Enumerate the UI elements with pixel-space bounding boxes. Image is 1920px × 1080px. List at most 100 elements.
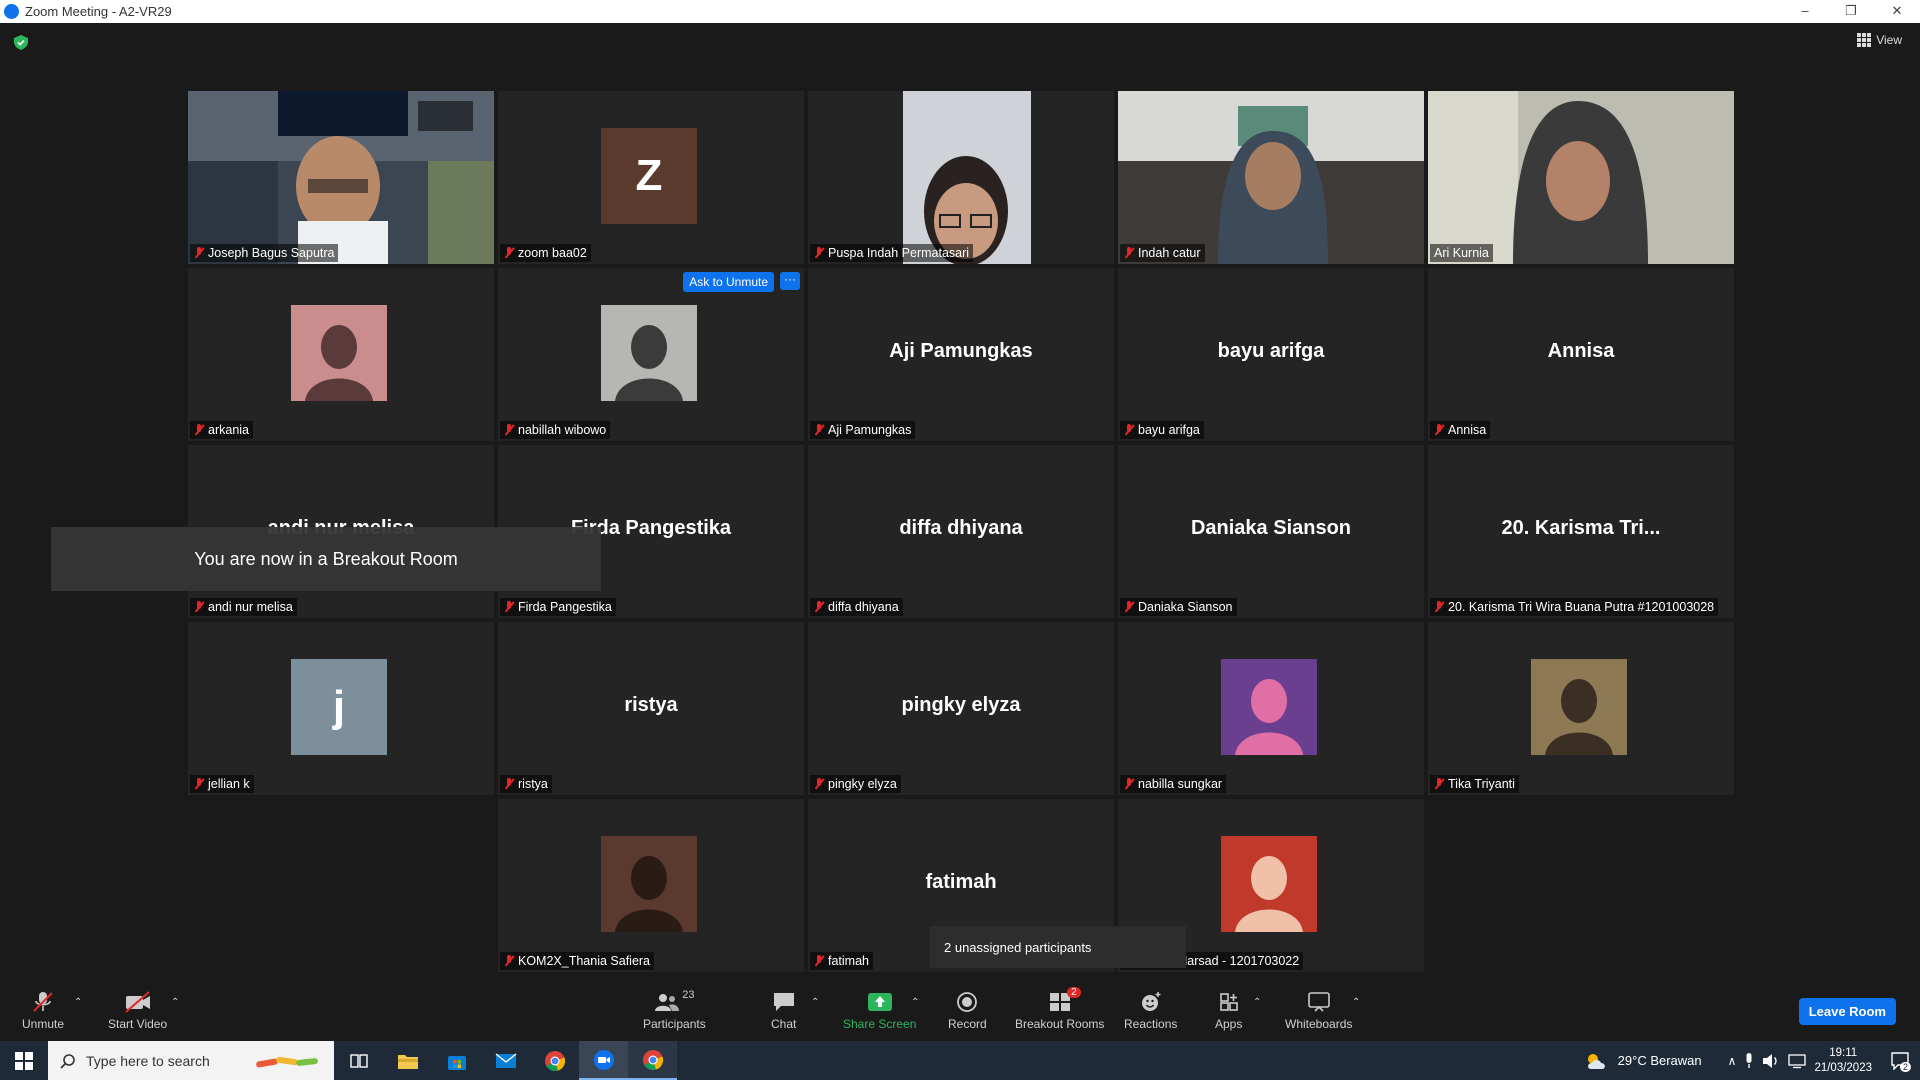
- participant-tile[interactable]: Annisa Annisa: [1428, 268, 1734, 441]
- network-icon[interactable]: [1788, 1053, 1807, 1069]
- apps-options-chevron-icon[interactable]: ⌃: [1253, 997, 1261, 1008]
- participant-name-bar: bayu arifga: [1120, 421, 1204, 439]
- participant-tile[interactable]: Ari Kurnia: [1428, 91, 1734, 264]
- participant-display-name: bayu arifga: [1217, 340, 1325, 362]
- chrome-icon[interactable]: [530, 1041, 579, 1080]
- notification-center-button[interactable]: 2: [1880, 1041, 1920, 1080]
- participant-tile[interactable]: pingky elyza pingky elyza: [808, 622, 1114, 795]
- system-tray: 29°C Berawan ∧ 19:11 21/03/2023 2: [1584, 1041, 1920, 1080]
- participant-tile[interactable]: Daniaka Sianson Daniaka Sianson: [1118, 445, 1424, 618]
- zoom-logo-icon: [4, 4, 19, 19]
- search-highlight-crayons-icon: [256, 1056, 318, 1068]
- breakout-rooms-button[interactable]: 2 Breakout Rooms: [1015, 987, 1104, 1031]
- window-titlebar: Zoom Meeting - A2-VR29 – ❐ ✕: [0, 0, 1920, 23]
- participant-name-bar: fatimah: [810, 952, 873, 970]
- mic-muted-icon: [1434, 424, 1444, 436]
- tray-overflow-chevron-icon[interactable]: ∧: [1728, 1054, 1737, 1068]
- participant-name: Daniaka Sianson: [1138, 600, 1233, 614]
- participant-tile[interactable]: Joseph Bagus Saputra: [188, 91, 494, 264]
- mic-muted-icon: [504, 778, 514, 790]
- zoom-taskbar-icon[interactable]: [579, 1041, 628, 1080]
- participant-tile[interactable]: Puspa Indah Permatasari: [808, 91, 1114, 264]
- participant-video: [1428, 91, 1734, 264]
- participant-name-bar: nabilla sungkar: [1120, 775, 1227, 793]
- chrome-window-icon[interactable]: [628, 1041, 677, 1080]
- participant-name: Annisa: [1448, 423, 1487, 437]
- start-video-button[interactable]: Start Video: [108, 991, 167, 1031]
- participant-tile[interactable]: arkania: [188, 268, 494, 441]
- participants-count: 23: [682, 989, 695, 1001]
- participant-name: arkania: [208, 423, 249, 437]
- taskbar-clock[interactable]: 19:11 21/03/2023: [1814, 1046, 1872, 1076]
- participant-name-bar: 20. Karisma Tri Wira Buana Putra #120100…: [1430, 598, 1719, 616]
- mic-muted-icon: [1124, 247, 1134, 259]
- participant-display-name: Aji Pamungkas: [889, 340, 1033, 362]
- close-button[interactable]: ✕: [1874, 0, 1920, 23]
- unassigned-tooltip: 2 unassigned participants: [930, 926, 1186, 968]
- file-explorer-icon[interactable]: [383, 1041, 432, 1080]
- participant-name: Indah catur: [1138, 246, 1201, 260]
- participant-name: Firda Pangestika: [518, 600, 612, 614]
- apps-button[interactable]: Apps: [1215, 991, 1242, 1031]
- participant-tile[interactable]: KOM2X_Thania Safiera: [498, 799, 804, 972]
- view-label: View: [1876, 33, 1902, 47]
- mic-muted-icon: [814, 424, 824, 436]
- ask-to-unmute-button[interactable]: Ask to Unmute: [683, 272, 774, 292]
- participant-tile[interactable]: diffa dhiyana diffa dhiyana: [808, 445, 1114, 618]
- minimize-button[interactable]: –: [1782, 0, 1828, 23]
- share-options-chevron-icon[interactable]: ⌃: [911, 997, 919, 1008]
- participant-tile[interactable]: Zzoom baa02: [498, 91, 804, 264]
- participant-tile[interactable]: Ask to Unmute ··· nabillah wibowo: [498, 268, 804, 441]
- windows-start-icon[interactable]: [0, 1041, 48, 1080]
- breakout-rooms-badge: 2: [1067, 987, 1081, 998]
- participant-avatar-photo: [291, 305, 387, 401]
- participant-tile[interactable]: Aji Pamungkas Aji Pamungkas: [808, 268, 1114, 441]
- leave-room-button[interactable]: Leave Room: [1798, 998, 1896, 1025]
- record-label: Record: [948, 1017, 987, 1031]
- share-screen-label: Share Screen: [843, 1017, 917, 1031]
- participant-tile[interactable]: Indah catur: [1118, 91, 1424, 264]
- chat-options-chevron-icon[interactable]: ⌃: [811, 997, 819, 1008]
- whiteboards-button[interactable]: Whiteboards: [1285, 991, 1352, 1031]
- taskbar-search-box[interactable]: Type here to search: [48, 1041, 334, 1080]
- participant-tile[interactable]: nabilla sungkar: [1118, 622, 1424, 795]
- task-view-icon[interactable]: [334, 1041, 383, 1080]
- participant-name-bar: arkania: [190, 421, 253, 439]
- clock-time: 19:11: [1829, 1046, 1858, 1059]
- reactions-button[interactable]: Reactions: [1124, 991, 1177, 1031]
- mail-icon[interactable]: [481, 1041, 530, 1080]
- security-shield-icon[interactable]: [14, 35, 28, 50]
- weather-cloud-sun-icon[interactable]: [1584, 1051, 1610, 1071]
- participant-tile[interactable]: bayu arifga bayu arifga: [1118, 268, 1424, 441]
- participant-tile[interactable]: Tika Triyanti: [1428, 622, 1734, 795]
- participant-name-bar: nabillah wibowo: [500, 421, 611, 439]
- participant-name-bar: KOM2X_Thania Safiera: [500, 952, 655, 970]
- weather-text[interactable]: 29°C Berawan: [1618, 1053, 1702, 1068]
- participant-avatar-letter: Z: [601, 128, 697, 224]
- record-button[interactable]: Record: [948, 991, 987, 1031]
- participant-name-bar: Puspa Indah Permatasari: [810, 244, 974, 262]
- unmute-button[interactable]: Unmute: [22, 991, 64, 1031]
- more-options-button[interactable]: ···: [780, 272, 800, 290]
- participant-name: fatimah: [828, 954, 869, 968]
- participant-tile[interactable]: j jellian k: [188, 622, 494, 795]
- participant-name: andi nur melisa: [208, 600, 293, 614]
- microphone-icon[interactable]: [1744, 1052, 1754, 1069]
- chat-button[interactable]: Chat: [771, 991, 796, 1031]
- start-video-label: Start Video: [108, 1017, 168, 1031]
- video-options-chevron-icon[interactable]: ⌃: [171, 997, 179, 1008]
- participant-name: Joseph Bagus Saputra: [208, 246, 335, 260]
- share-screen-button[interactable]: Share Screen: [843, 991, 916, 1031]
- tooltip-text: 2 unassigned participants: [944, 939, 1092, 955]
- restore-button[interactable]: ❐: [1828, 0, 1874, 23]
- participant-tile[interactable]: ristya ristya: [498, 622, 804, 795]
- audio-options-chevron-icon[interactable]: ⌃: [74, 997, 82, 1008]
- view-button[interactable]: View: [1857, 33, 1902, 47]
- whiteboard-options-chevron-icon[interactable]: ⌃: [1352, 997, 1360, 1008]
- participants-button[interactable]: 23 Participants: [643, 989, 706, 1031]
- apps-label: Apps: [1215, 1017, 1243, 1031]
- volume-icon[interactable]: [1762, 1053, 1780, 1069]
- microsoft-store-icon[interactable]: [432, 1041, 481, 1080]
- participant-tile[interactable]: 20. Karisma Tri... 20. Karisma Tri Wira B…: [1428, 445, 1734, 618]
- participant-name: pingky elyza: [828, 777, 897, 791]
